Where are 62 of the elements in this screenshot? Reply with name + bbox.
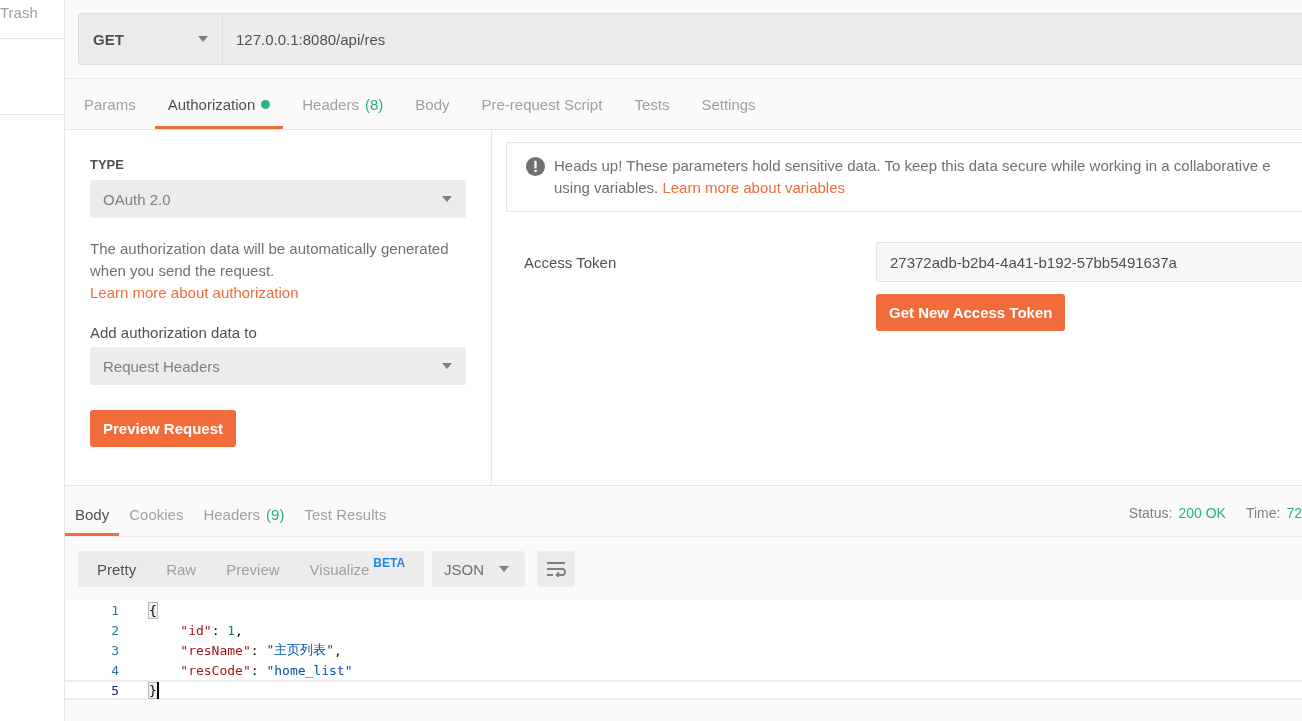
wrap-button[interactable] <box>537 551 576 587</box>
line-number: 4 <box>110 662 119 678</box>
caret-icon <box>442 363 452 369</box>
code-token: , <box>334 642 342 658</box>
line-number: 1 <box>110 602 119 618</box>
request-tab[interactable]: Tests <box>621 79 683 129</box>
response-tab[interactable]: Body <box>65 488 120 536</box>
view-mode-tab[interactable]: Raw <box>151 551 212 587</box>
response-tab[interactable]: Cookies <box>119 488 194 536</box>
code-token: "id" <box>179 622 212 638</box>
code-token: } <box>149 682 157 698</box>
code-token: { <box>149 602 157 618</box>
code-token: "resCode" <box>179 662 251 678</box>
sidebar-item[interactable]: Trash <box>0 0 64 39</box>
request-tab[interactable]: Headers (8) <box>289 79 397 129</box>
auth-description: The authorization data will be automatically generated when you send the request. Learn more about authorization <box>90 239 450 303</box>
request-tab[interactable]: Settings <box>688 79 769 129</box>
code-token: 1 <box>227 622 236 638</box>
wrap-lines-icon <box>546 561 567 577</box>
access-token-field[interactable]: 27372adb-b2b4-4a41-b192-57bb5491637a <box>876 242 1302 282</box>
caret-icon <box>499 566 510 572</box>
line-number: 2 <box>110 622 119 638</box>
preview-request-button[interactable]: Preview Request <box>90 410 237 447</box>
notice-text: Heads up! These parameters hold sensitive data. To keep this data secure while working in a collaborative e <box>554 156 1271 176</box>
code-token: "resName" <box>179 642 251 658</box>
code-token: "home_list" <box>266 662 353 678</box>
code-token: : <box>211 622 221 638</box>
status-value: 200 OK <box>1178 505 1226 521</box>
text-cursor <box>156 681 159 699</box>
learn-more-link[interactable]: Learn more about variables <box>662 179 845 196</box>
view-mode-tab[interactable]: Preview <box>211 551 295 587</box>
code-token: "主页列表" <box>266 641 335 659</box>
code-token: : <box>250 662 260 678</box>
add-to-label: Add authorization data to <box>90 324 258 341</box>
format-select[interactable]: JSON <box>432 551 526 587</box>
auth-type-select[interactable]: OAuth 2.0 <box>90 180 466 218</box>
time-value: 72 <box>1286 505 1302 521</box>
url-field[interactable]: 127.0.0.1:8080/api/res <box>223 14 1302 64</box>
code-token: : <box>250 642 260 658</box>
status-label: Status: <box>1128 505 1173 521</box>
notice-text: using variables. Learn more about variables <box>554 178 846 198</box>
request-tab[interactable]: Params <box>71 79 149 129</box>
request-tab[interactable]: Pre-request Script <box>468 79 616 129</box>
response-tab[interactable]: Test Results <box>294 488 397 536</box>
request-tab[interactable]: Body <box>402 79 463 129</box>
response-tab[interactable]: Headers (9) <box>193 488 295 536</box>
caret-icon <box>198 36 208 42</box>
method-select[interactable]: GET <box>79 14 223 64</box>
learn-more-link[interactable]: Learn more about authorization <box>90 284 299 301</box>
caret-icon <box>442 196 452 202</box>
add-to-select[interactable]: Request Headers <box>90 347 466 385</box>
time-label: Time: <box>1245 505 1281 521</box>
line-number: 5 <box>110 682 119 698</box>
view-mode-tab[interactable]: Visualize $^{BETA}$ <box>294 551 421 587</box>
code-token: , <box>235 622 243 638</box>
type-label: TYPE <box>90 157 125 172</box>
get-token-button[interactable]: Get New Access Token <box>876 294 1066 331</box>
warning-icon <box>526 157 545 176</box>
code-editor[interactable]: 1 { 2 "id": 1, 3 "resName": "主页列表", 4 "resCode": "home_list" 5 } <box>65 600 1302 700</box>
access-token-label: Access Token <box>524 252 618 273</box>
line-number: 3 <box>110 642 119 658</box>
view-mode-tab[interactable]: Pretty <box>82 551 152 587</box>
